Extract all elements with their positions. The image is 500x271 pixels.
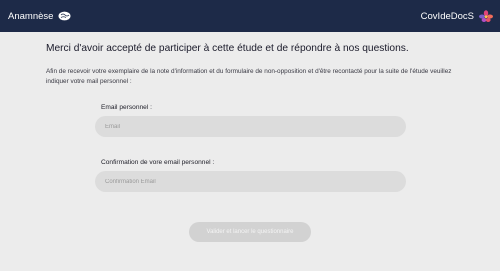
- flower-icon: [478, 9, 494, 23]
- app-name: Anamnèse: [8, 10, 54, 22]
- partner-brand: CovIdeDocS: [420, 9, 494, 23]
- brain-icon: [58, 11, 71, 21]
- email-label: Email personnel :: [101, 104, 152, 111]
- submit-button[interactable]: Valider et lancer le questionnaire: [189, 222, 311, 242]
- app-brand[interactable]: Anamnèse: [8, 11, 71, 22]
- intro-text: Afin de recevoir votre exemplaire de la …: [46, 68, 452, 85]
- confirm-email-field[interactable]: [95, 171, 406, 192]
- page-title: Merci d'avoir accepté de participer à ce…: [46, 43, 409, 54]
- brand-name: CovIdeDocS: [420, 10, 474, 22]
- top-bar: Anamnèse CovIdeDocS: [0, 0, 500, 32]
- main-content: Merci d'avoir accepté de participer à ce…: [0, 32, 500, 271]
- confirm-email-label: Confirmation de vore email personnel :: [101, 159, 215, 166]
- email-field[interactable]: [95, 116, 406, 137]
